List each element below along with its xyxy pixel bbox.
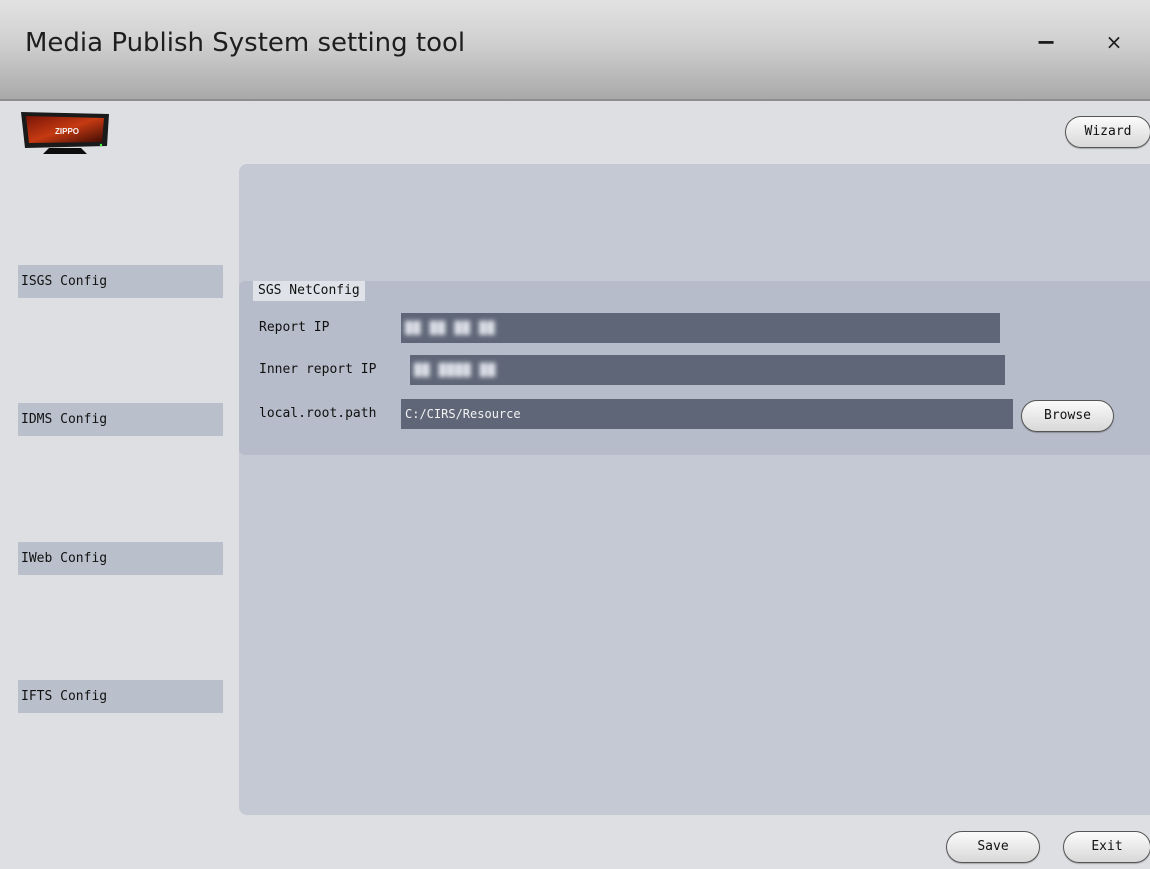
inner-report-ip-field[interactable]: ██ ████ ██ bbox=[410, 355, 1005, 385]
report-ip-field[interactable]: ██ ██ ██ ██ bbox=[401, 313, 1000, 343]
save-button[interactable]: Save bbox=[946, 831, 1040, 863]
browse-button[interactable]: Browse bbox=[1021, 400, 1114, 432]
inner-report-ip-value: ██ ████ ██ bbox=[414, 363, 497, 377]
root-path-value: C:/CIRS/Resource bbox=[405, 407, 521, 421]
report-ip-label: Report IP bbox=[259, 320, 330, 335]
window-title: Media Publish System setting tool bbox=[25, 28, 466, 58]
minimize-button[interactable]: − bbox=[1028, 22, 1064, 62]
close-button[interactable]: × bbox=[1096, 22, 1132, 62]
config-panel bbox=[239, 164, 1150, 815]
title-bar[interactable]: Media Publish System setting tool − × bbox=[0, 0, 1150, 101]
root-path-label: local.root.path bbox=[259, 406, 377, 421]
group-legend: SGS NetConfig bbox=[253, 281, 365, 301]
monitor-logo-icon: ZIPPO bbox=[17, 110, 113, 156]
sidebar-item-ifts-config[interactable]: IFTS Config bbox=[18, 680, 223, 713]
inner-report-ip-label: Inner report IP bbox=[259, 362, 377, 377]
exit-button[interactable]: Exit bbox=[1063, 831, 1150, 863]
sidebar-item-idms-config[interactable]: IDMS Config bbox=[18, 403, 223, 436]
report-ip-value: ██ ██ ██ ██ bbox=[405, 321, 496, 335]
sidebar-item-iweb-config[interactable]: IWeb Config bbox=[18, 542, 223, 575]
sidebar-item-isgs-config[interactable]: ISGS Config bbox=[18, 265, 223, 298]
root-path-field[interactable]: C:/CIRS/Resource bbox=[401, 399, 1013, 429]
wizard-button[interactable]: Wizard bbox=[1065, 116, 1150, 148]
logo-brand-text: ZIPPO bbox=[55, 127, 79, 136]
